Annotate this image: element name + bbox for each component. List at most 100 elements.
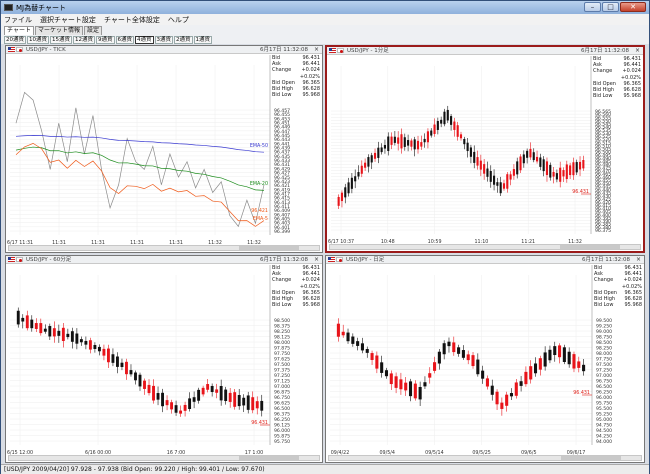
menu-global-chart-settings[interactable]: チャート全体設定	[104, 15, 160, 25]
candle-body	[558, 345, 562, 358]
y-tick-label: 98.500	[274, 318, 290, 324]
title-bar: MJ為替チャート – □ ✕	[1, 1, 649, 14]
y-tick-label: 96.500	[274, 406, 290, 412]
candle-body	[341, 331, 345, 336]
candle-body	[403, 137, 406, 147]
candle-body	[25, 315, 29, 329]
y-tick-label: 95.750	[596, 401, 612, 407]
candle-body	[476, 359, 480, 375]
candle-body	[224, 389, 228, 402]
timeframe-button[interactable]: 10通貨	[27, 35, 49, 44]
candle-body	[351, 336, 355, 344]
tab-market-info[interactable]: マーケット情報	[34, 26, 83, 35]
scrollbar-thumb[interactable]	[239, 246, 299, 250]
candle-body	[433, 124, 436, 134]
candle-body	[138, 374, 142, 387]
panel-close-icon[interactable]: ×	[636, 256, 641, 264]
candle-body	[529, 366, 533, 380]
panel-header: USD/JPY - 60分足 6月17日 11:32:08 ×	[6, 256, 322, 264]
timeframe-button[interactable]: 3通貨	[154, 35, 173, 44]
y-tick-label: 96.250	[274, 417, 290, 423]
candle-body	[394, 376, 398, 388]
timeframe-button[interactable]: 12通貨	[73, 35, 95, 44]
timeframe-button[interactable]: 15通貨	[50, 35, 72, 44]
candle-body	[210, 385, 214, 393]
tab-settings[interactable]: 設定	[83, 26, 102, 35]
chart-panel-60min[interactable]: USD/JPY - 60分足 6月17日 11:32:08 × Bid 96.431 As…	[5, 255, 323, 463]
menu-file[interactable]: ファイル	[4, 15, 32, 25]
panel-close-icon[interactable]: ×	[635, 47, 640, 55]
app-icon	[4, 4, 13, 11]
candle-body	[469, 147, 472, 157]
y-tick-label: 97.125	[274, 379, 290, 385]
candle-body	[502, 183, 506, 189]
y-tick-label: 98.000	[596, 351, 612, 357]
candle-body	[233, 392, 237, 407]
menu-selected-chart-settings[interactable]: 選択チャート設定	[40, 15, 96, 25]
candle-body	[524, 371, 528, 385]
candle-body	[562, 347, 566, 363]
close-button[interactable]: ✕	[620, 2, 646, 12]
menu-help[interactable]: ヘルプ	[168, 15, 189, 25]
price-marker-label: 96.431	[251, 420, 268, 426]
candle-body	[569, 165, 572, 176]
scrollbar-thumb[interactable]	[560, 245, 620, 249]
maximize-button[interactable]: □	[602, 2, 619, 12]
candle-body	[539, 157, 542, 167]
candle-body	[522, 154, 525, 164]
candle-body	[473, 151, 476, 163]
candle-body	[170, 402, 174, 410]
candle-body	[545, 161, 549, 176]
candle-body	[532, 152, 535, 161]
timeframe-button[interactable]: 2通貨	[174, 35, 193, 44]
scrollbar-thumb[interactable]	[561, 456, 621, 460]
candle-body	[251, 397, 255, 411]
candle-body	[404, 382, 408, 391]
chart-panel-daily[interactable]: USD/JPY - 日足 6月17日 11:32:08 × Bid 96.431 Ask 9…	[325, 255, 645, 463]
candle-body	[340, 192, 344, 202]
candle-body	[493, 175, 496, 185]
y-tick-label: 94.750	[596, 423, 612, 429]
candle-body	[66, 333, 70, 338]
y-tick-label: 99.500	[596, 318, 612, 324]
timeframe-button[interactable]: 1通貨	[193, 35, 212, 44]
candle-body	[97, 346, 101, 352]
candle-body	[453, 121, 456, 130]
panel-close-icon[interactable]: ×	[314, 46, 319, 54]
candle-body	[377, 147, 380, 158]
ema-line	[15, 134, 265, 153]
price-marker-label: 96.431	[572, 189, 589, 195]
candle-body	[466, 354, 470, 361]
chart-panel-1min[interactable]: USD/JPY - 1分足 6月17日 11:32:08 × Bid 96.431 Ask…	[325, 45, 645, 253]
y-tick-label: 97.500	[596, 362, 612, 368]
timeframe-button[interactable]: 6通貨	[115, 35, 134, 44]
candle-body	[79, 339, 83, 343]
timeframe-button[interactable]: 4通貨	[135, 35, 154, 44]
y-tick-label: 97.875	[274, 346, 290, 352]
candle-body	[428, 373, 432, 378]
us-flag-icon	[8, 257, 15, 262]
minimize-button[interactable]: –	[584, 2, 601, 12]
candle-body	[489, 171, 492, 182]
candle-body	[57, 330, 61, 336]
candle-body	[201, 387, 205, 395]
timeframe-button[interactable]: 20通貨	[4, 35, 26, 44]
y-tick-label: 96.250	[596, 390, 612, 396]
y-tick-label: 97.750	[596, 357, 612, 363]
panel-timestamp: 6月17日 11:32:08	[260, 257, 308, 263]
panel-timestamp: 6月17日 11:32:08	[582, 257, 630, 263]
candle-body	[387, 136, 390, 151]
us-flag-icon	[329, 48, 336, 53]
chart-scrollbar[interactable]	[8, 455, 320, 461]
scrollbar-thumb[interactable]	[239, 456, 299, 460]
timeframe-button[interactable]: 9通貨	[96, 35, 115, 44]
chart-scrollbar[interactable]	[329, 244, 641, 250]
candle-body	[364, 162, 367, 168]
chart-panel-tick[interactable]: USD/JPY - TICK 6月17日 11:32:08 × Bid 96.431 As…	[5, 45, 323, 253]
panel-close-icon[interactable]: ×	[314, 256, 319, 264]
candle-body	[496, 182, 499, 186]
candle-body	[336, 323, 340, 337]
tab-chart[interactable]: チャート	[4, 26, 34, 35]
chart-scrollbar[interactable]	[8, 245, 320, 251]
chart-scrollbar[interactable]	[328, 455, 642, 461]
